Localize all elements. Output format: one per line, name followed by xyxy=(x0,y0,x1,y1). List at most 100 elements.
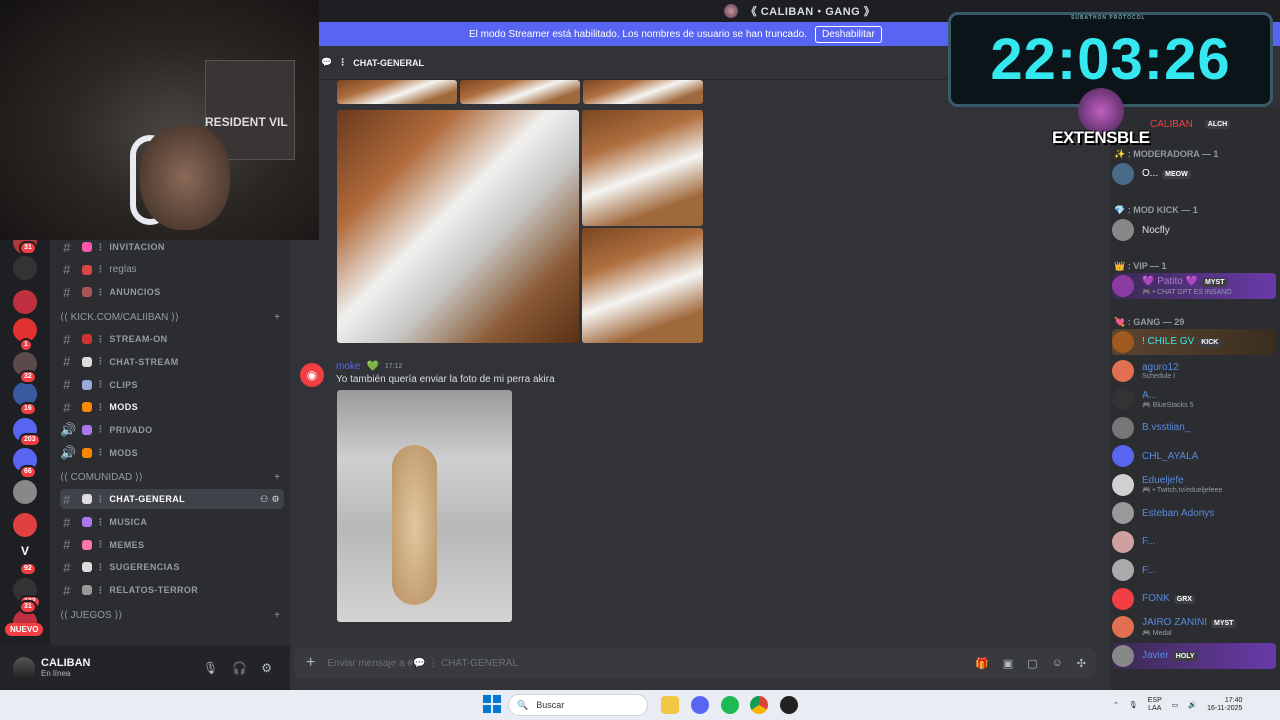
spotify-icon[interactable] xyxy=(721,696,739,714)
hash-icon: # xyxy=(63,354,71,370)
apps-icon[interactable]: ✣ xyxy=(1077,657,1086,670)
member-item[interactable]: JAIRO ZANINI MYST 🎮 Medal xyxy=(1112,614,1276,640)
attachment-image[interactable] xyxy=(460,80,580,104)
gift-icon[interactable]: 🎁 xyxy=(975,657,989,670)
server-icon[interactable] xyxy=(13,513,37,537)
keyboard-layout: LAA xyxy=(1148,705,1162,712)
member-item[interactable]: F... xyxy=(1112,529,1276,555)
message-author[interactable]: moke 💚 17:12 xyxy=(336,361,402,372)
channel-musica[interactable]: # ⋮ MUSICA xyxy=(60,512,284,532)
channel-separator: ⋮ xyxy=(96,264,106,275)
member-item[interactable]: A... 🎮 BlueStacks 5 xyxy=(1112,386,1276,412)
new-server-badge[interactable]: NUEVO xyxy=(5,623,44,636)
member-item[interactable]: F... xyxy=(1112,557,1276,583)
attachment-image[interactable] xyxy=(337,80,457,104)
channel-stream-on[interactable]: # ⋮ STREAM-ON xyxy=(60,329,284,349)
member-caliban[interactable]: CALIBAN ALCH xyxy=(1150,111,1280,137)
member-item[interactable]: FONK GRX xyxy=(1112,586,1276,612)
attachment-image[interactable] xyxy=(583,80,703,104)
channel-mods[interactable]: 🔊 ⋮ MODS xyxy=(60,443,284,463)
attachment-image[interactable] xyxy=(582,228,703,343)
search-label: Buscar xyxy=(536,700,565,710)
network-icon[interactable]: ▭ xyxy=(1172,701,1179,709)
member-item[interactable]: Javier HOLY xyxy=(1112,642,1276,669)
hash-icon: # xyxy=(63,262,71,278)
clock[interactable]: 17:40 16-11-2025 xyxy=(1207,697,1242,713)
taskbar-search[interactable]: 🔍 Buscar xyxy=(508,694,648,716)
channel-separator: ⋮ xyxy=(96,379,106,389)
message-input-bar[interactable]: + Enviar mensaje a #💬 ⋮ CHAT-GENERAL 🎁 ▣… xyxy=(294,648,1096,678)
channel-chat-stream[interactable]: # ⋮ CHAT-STREAM xyxy=(60,352,284,372)
hash-icon: # xyxy=(63,582,71,598)
sticker-icon[interactable]: ▢ xyxy=(1027,657,1037,670)
channel-category[interactable]: ⟨⟨ KICK.COM/CALIIBAN ⟩⟩ + xyxy=(60,312,284,323)
add-channel-icon[interactable]: + xyxy=(274,312,280,323)
member-activity: 🎮 • CHAT GPT ES INSANO xyxy=(1142,289,1232,296)
channel-settings-icon[interactable]: ⚇ ⚙ xyxy=(260,494,280,505)
server-icon[interactable] xyxy=(13,480,37,504)
add-channel-icon[interactable]: + xyxy=(274,610,280,621)
server-icon-v[interactable]: V xyxy=(13,539,37,563)
author-avatar[interactable]: ◉ xyxy=(300,363,324,387)
add-attachment-button[interactable]: + xyxy=(306,654,315,672)
tray-chevron-icon[interactable]: ⌃ xyxy=(1113,701,1119,709)
member-item[interactable]: Edueljefe 🎮 • Twitch.tv/edueljefeee xyxy=(1112,472,1276,498)
headphones-icon[interactable]: 🎧 xyxy=(232,661,247,675)
member-tag: GRX xyxy=(1173,594,1195,604)
server-icon[interactable] xyxy=(13,290,37,314)
user-name[interactable]: CALIBAN xyxy=(41,657,91,669)
member-item[interactable]: CHL_AYALA xyxy=(1112,443,1276,469)
channel-category[interactable]: ⟨⟨ JUEGOS ⟩⟩ + xyxy=(60,610,284,621)
channel-memes[interactable]: # ⋮ MEMES xyxy=(60,535,284,555)
channel-invitacion[interactable]: # ⋮ INVITACION xyxy=(60,237,284,257)
attachment-image[interactable] xyxy=(582,110,703,226)
language-indicator[interactable]: ESP LAA xyxy=(1148,697,1162,713)
member-group-header: 💘 : GANG — 29 xyxy=(1114,317,1185,327)
channel-sugerencias[interactable]: # ⋮ SUGERENCIAS xyxy=(60,557,284,577)
volume-icon[interactable]: 🔊 xyxy=(1188,701,1197,709)
channel-separator: ⋮ xyxy=(96,539,106,550)
attachment-image[interactable] xyxy=(337,110,579,343)
dog-photo-attachment[interactable] xyxy=(337,390,512,622)
hash-icon: # xyxy=(63,331,71,347)
microphone-icon[interactable]: 🎙 xyxy=(203,661,218,675)
channel-relatos-terror[interactable]: # ⋮ RELATOS-TERROR xyxy=(60,580,284,600)
start-button[interactable] xyxy=(483,695,501,713)
member-item[interactable]: aguro12 Schedule I xyxy=(1112,358,1276,384)
disable-streamer-mode-button[interactable]: Deshabilitar xyxy=(814,25,882,43)
channel-mods[interactable]: # ⋮ MODS xyxy=(60,397,284,417)
obs-icon[interactable] xyxy=(780,696,798,714)
channel-privado[interactable]: 🔊 ⋮ PRIVADO xyxy=(60,420,284,440)
discord-logo-icon: ◉ xyxy=(306,368,318,382)
message-input[interactable]: Enviar mensaje a #💬 ⋮ CHAT-GENERAL xyxy=(327,658,518,669)
member-item[interactable]: O... MEOW xyxy=(1112,161,1276,187)
member-item[interactable]: ! CHILE GV KICK xyxy=(1112,329,1276,355)
member-avatar xyxy=(1112,275,1134,297)
discord-taskbar-icon[interactable] xyxy=(691,696,709,714)
member-item[interactable]: Nocfly xyxy=(1112,217,1276,243)
member-name: Edueljefe xyxy=(1142,475,1184,486)
settings-gear-icon[interactable]: ⚙ xyxy=(261,661,272,675)
file-explorer-icon[interactable] xyxy=(661,696,679,714)
member-item[interactable]: 💜 Patito 💜 MYST 🎮 • CHAT GPT ES INSANO xyxy=(1112,273,1276,299)
channel-reglas[interactable]: # ⋮ reglas xyxy=(60,260,284,280)
member-item[interactable]: Esteban Adonys xyxy=(1112,500,1276,526)
server-mention-badge: 1 xyxy=(19,338,33,352)
emoji-icon[interactable]: ☺ xyxy=(1052,657,1063,670)
member-name: CHL_AYALA xyxy=(1142,450,1199,462)
message-list[interactable]: ◉ moke 💚 17:12 Yo también quería enviar … xyxy=(290,80,1110,640)
user-avatar[interactable] xyxy=(13,656,35,679)
channel-separator: ⋮ xyxy=(96,241,106,252)
add-channel-icon[interactable]: + xyxy=(274,472,280,483)
member-item[interactable]: B.vsstiian_ xyxy=(1112,415,1276,441)
mic-tray-icon[interactable]: 🎙 xyxy=(1129,701,1138,709)
channel-clips[interactable]: # ⋮ CLIPS xyxy=(60,375,284,395)
channel-anuncios[interactable]: # ⋮ ANUNCIOS xyxy=(60,282,284,302)
author-name[interactable]: moke xyxy=(336,361,360,372)
chrome-icon[interactable] xyxy=(750,696,768,714)
channel-label: CHAT-STREAM xyxy=(109,356,179,367)
gif-icon[interactable]: ▣ xyxy=(1003,657,1013,670)
server-icon[interactable] xyxy=(13,256,37,280)
channel-chat-general[interactable]: # ⋮ CHAT-GENERAL ⚇ ⚙ xyxy=(60,489,284,510)
channel-category[interactable]: ⟨⟨ COMUNIDAD ⟩⟩ + xyxy=(60,472,284,483)
